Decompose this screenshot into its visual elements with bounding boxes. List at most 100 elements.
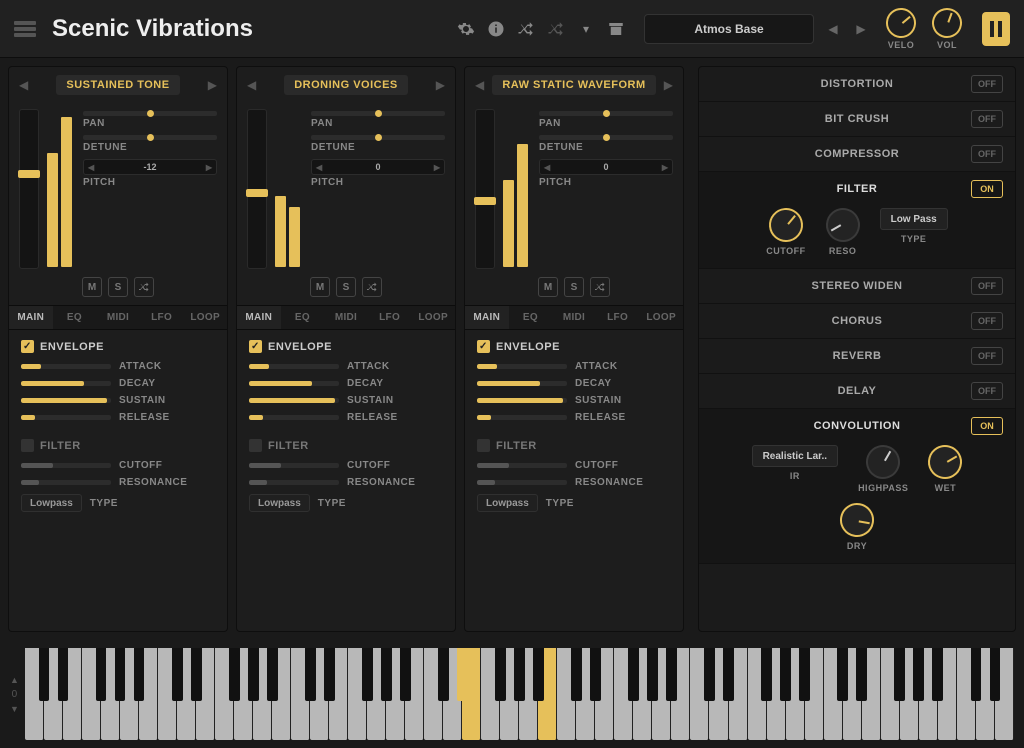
layer-volume-slider[interactable] bbox=[247, 109, 267, 269]
white-key[interactable] bbox=[938, 648, 957, 740]
white-key[interactable] bbox=[196, 648, 215, 740]
release-slider[interactable] bbox=[21, 415, 111, 420]
mute-button[interactable]: M bbox=[82, 277, 102, 297]
white-key[interactable] bbox=[25, 648, 44, 740]
white-key[interactable] bbox=[519, 648, 538, 740]
layer-prev-icon[interactable]: ◀ bbox=[471, 78, 488, 92]
layer-name[interactable]: DRONING VOICES bbox=[284, 75, 408, 95]
decay-slider[interactable] bbox=[21, 381, 111, 386]
resonance-slider[interactable] bbox=[249, 480, 339, 485]
fx-toggle[interactable]: OFF bbox=[971, 312, 1003, 330]
layer-volume-slider[interactable] bbox=[475, 109, 495, 269]
white-key[interactable] bbox=[215, 648, 234, 740]
pitch-stepper[interactable]: ◀0▶ bbox=[539, 159, 673, 175]
white-key[interactable] bbox=[291, 648, 310, 740]
tab-main[interactable]: MAIN bbox=[465, 306, 509, 329]
sustain-slider[interactable] bbox=[477, 398, 567, 403]
pitch-stepper[interactable]: ◀-12▶ bbox=[83, 159, 217, 175]
white-key[interactable] bbox=[63, 648, 82, 740]
mute-button[interactable]: M bbox=[310, 277, 330, 297]
info-icon[interactable] bbox=[486, 19, 506, 39]
tab-eq[interactable]: EQ bbox=[281, 306, 325, 329]
cutoff-slider[interactable] bbox=[249, 463, 339, 468]
layer-prev-icon[interactable]: ◀ bbox=[15, 78, 32, 92]
white-key[interactable] bbox=[538, 648, 557, 740]
white-key[interactable] bbox=[500, 648, 519, 740]
white-key[interactable] bbox=[767, 648, 786, 740]
white-key[interactable] bbox=[557, 648, 576, 740]
layer-prev-icon[interactable]: ◀ bbox=[243, 78, 260, 92]
white-key[interactable] bbox=[862, 648, 881, 740]
pitch-stepper[interactable]: ◀0▶ bbox=[311, 159, 445, 175]
decay-slider[interactable] bbox=[477, 381, 567, 386]
white-key[interactable] bbox=[576, 648, 595, 740]
white-key[interactable] bbox=[805, 648, 824, 740]
white-key[interactable] bbox=[614, 648, 633, 740]
attack-slider[interactable] bbox=[249, 364, 339, 369]
white-key[interactable] bbox=[595, 648, 614, 740]
fx-conv-wet-knob[interactable] bbox=[922, 439, 968, 485]
preset-selector[interactable]: Atmos Base bbox=[644, 14, 814, 44]
cutoff-slider[interactable] bbox=[477, 463, 567, 468]
sustain-slider[interactable] bbox=[21, 398, 111, 403]
white-key[interactable] bbox=[462, 648, 481, 740]
white-key[interactable] bbox=[82, 648, 101, 740]
white-key[interactable] bbox=[652, 648, 671, 740]
white-key[interactable] bbox=[386, 648, 405, 740]
white-key[interactable] bbox=[976, 648, 995, 740]
white-key[interactable] bbox=[900, 648, 919, 740]
white-key[interactable] bbox=[120, 648, 139, 740]
attack-slider[interactable] bbox=[477, 364, 567, 369]
filter-type-selector[interactable]: Lowpass bbox=[249, 494, 310, 512]
mute-button[interactable]: M bbox=[538, 277, 558, 297]
fx-toggle[interactable]: OFF bbox=[971, 277, 1003, 295]
white-key[interactable] bbox=[690, 648, 709, 740]
fx-toggle[interactable]: OFF bbox=[971, 382, 1003, 400]
solo-button[interactable]: S bbox=[564, 277, 584, 297]
white-key[interactable] bbox=[424, 648, 443, 740]
solo-button[interactable]: S bbox=[108, 277, 128, 297]
white-key[interactable] bbox=[310, 648, 329, 740]
white-key[interactable] bbox=[709, 648, 728, 740]
white-key[interactable] bbox=[405, 648, 424, 740]
tab-main[interactable]: MAIN bbox=[237, 306, 281, 329]
detune-slider[interactable] bbox=[83, 135, 217, 140]
white-key[interactable] bbox=[748, 648, 767, 740]
piano-keyboard[interactable] bbox=[25, 648, 1014, 740]
fx-toggle[interactable]: OFF bbox=[971, 145, 1003, 163]
shuffle-icon[interactable] bbox=[590, 277, 610, 297]
cutoff-slider[interactable] bbox=[21, 463, 111, 468]
fx-filter-cutoff-knob[interactable] bbox=[762, 201, 810, 249]
white-key[interactable] bbox=[272, 648, 291, 740]
tab-lfo[interactable]: LFO bbox=[140, 306, 184, 329]
resonance-slider[interactable] bbox=[21, 480, 111, 485]
tab-midi[interactable]: MIDI bbox=[96, 306, 140, 329]
fx-toggle[interactable]: OFF bbox=[971, 347, 1003, 365]
layer-next-icon[interactable]: ▶ bbox=[204, 78, 221, 92]
white-key[interactable] bbox=[177, 648, 196, 740]
shuffle-icon[interactable] bbox=[362, 277, 382, 297]
tab-lfo[interactable]: LFO bbox=[596, 306, 640, 329]
white-key[interactable] bbox=[671, 648, 690, 740]
white-key[interactable] bbox=[843, 648, 862, 740]
tab-loop[interactable]: LOOP bbox=[639, 306, 683, 329]
fx-toggle[interactable]: OFF bbox=[971, 75, 1003, 93]
tab-loop[interactable]: LOOP bbox=[183, 306, 227, 329]
white-key[interactable] bbox=[919, 648, 938, 740]
fx-filter-type-selector[interactable]: Low Pass bbox=[880, 208, 948, 230]
filter-type-selector[interactable]: Lowpass bbox=[21, 494, 82, 512]
white-key[interactable] bbox=[995, 648, 1014, 740]
tab-lfo[interactable]: LFO bbox=[368, 306, 412, 329]
fx-convolution-toggle[interactable]: ON bbox=[971, 417, 1003, 435]
gear-icon[interactable] bbox=[456, 19, 476, 39]
pan-slider[interactable] bbox=[539, 111, 673, 116]
tab-eq[interactable]: EQ bbox=[509, 306, 553, 329]
white-key[interactable] bbox=[481, 648, 500, 740]
decay-slider[interactable] bbox=[249, 381, 339, 386]
sustain-slider[interactable] bbox=[249, 398, 339, 403]
filter-checkbox[interactable]: ✓ bbox=[21, 439, 34, 452]
layer-volume-slider[interactable] bbox=[19, 109, 39, 269]
white-key[interactable] bbox=[348, 648, 367, 740]
white-key[interactable] bbox=[957, 648, 976, 740]
white-key[interactable] bbox=[101, 648, 120, 740]
